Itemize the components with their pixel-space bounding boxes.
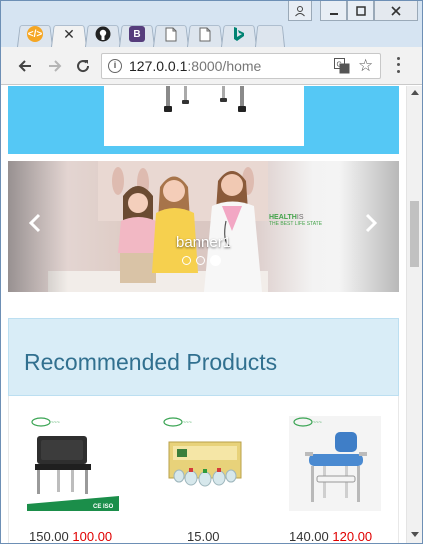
product-image-cupping-set[interactable]: ~~~ [159, 416, 251, 511]
original-price: 150.00 [29, 529, 69, 543]
carousel[interactable]: HEALTHIS THE BEST LIFE STATE banner1 [8, 161, 399, 292]
github-icon [95, 26, 111, 42]
health-slogan: HEALTHIS THE BEST LIFE STATE [269, 214, 322, 227]
maximize-button[interactable] [347, 1, 374, 21]
browser-toolbar: i 127.0.0.1:8000/home G ☆ [1, 47, 422, 85]
svg-text:~~~: ~~~ [313, 420, 322, 426]
window-controls [320, 1, 418, 21]
product-price-shower-chair: 140.00 120.00 [289, 529, 372, 543]
product-price-commode-chair: 150.00 100.00 [29, 529, 112, 543]
svg-text:G: G [337, 62, 342, 69]
tab-4[interactable]: B [119, 21, 155, 47]
chevron-left-icon[interactable] [28, 213, 42, 239]
svg-text:~~~: ~~~ [183, 420, 192, 426]
recommended-heading-panel: Recommended Products [8, 318, 399, 396]
page-viewport: HEALTHIS THE BEST LIFE STATE banner1 Rec… [1, 86, 406, 543]
carousel-indicator-1[interactable] [182, 256, 191, 265]
section-title: Recommended Products [24, 349, 278, 375]
brand-tagline: THE BEST LIFE STATE [269, 221, 323, 227]
svg-text:CE ISO: CE ISO [93, 504, 114, 510]
bing-icon [231, 26, 247, 42]
tab-5[interactable] [153, 21, 189, 47]
bookmark-star-icon[interactable]: ☆ [358, 56, 373, 76]
carousel-indicator-3[interactable] [210, 255, 221, 266]
new-tab-button[interactable] [255, 21, 285, 47]
back-button[interactable] [15, 56, 35, 76]
product-image [104, 86, 304, 146]
brand-text: HEALTH [269, 214, 297, 221]
tab-1[interactable]: </> [17, 21, 53, 47]
tab-3[interactable] [85, 21, 121, 47]
scroll-thumb[interactable] [410, 201, 419, 267]
sale-price: 100.00 [72, 529, 113, 543]
sale-price: 120.00 [332, 529, 373, 543]
tab-7[interactable] [221, 21, 257, 47]
scroll-down-arrow-icon[interactable] [411, 532, 419, 537]
tab-6[interactable] [187, 21, 223, 47]
info-icon[interactable]: i [108, 59, 122, 73]
address-bar[interactable]: i 127.0.0.1:8000/home G ☆ [101, 53, 381, 79]
tab-2[interactable]: ✕ [51, 21, 87, 47]
product-image-commode-chair[interactable]: ~~~ CE ISO [27, 416, 119, 511]
reload-button[interactable] [73, 56, 93, 76]
document-icon [163, 26, 179, 42]
translate-icon[interactable]: G [334, 58, 350, 74]
brand-suffix: IS [296, 214, 304, 221]
bootstrap-icon: B [129, 26, 145, 42]
top-banner [8, 86, 399, 154]
title-bar: </> ✕ B [1, 1, 422, 47]
carousel-indicators [182, 255, 221, 266]
svg-text:~~~: ~~~ [51, 420, 60, 426]
original-price: 140.00 [289, 529, 329, 543]
browser-window: </> ✕ B i 127.0.0.1:8000/home G ☆ HEALTH… [0, 0, 423, 544]
url-text[interactable]: 127.0.0.1:8000/home [129, 58, 261, 74]
user-icon[interactable] [288, 1, 312, 21]
close-icon[interactable]: ✕ [61, 26, 77, 42]
document-icon [197, 26, 213, 42]
product-image-shower-chair[interactable]: ~~~ [289, 416, 381, 511]
product-price-cupping-set: 15.00 [187, 529, 220, 543]
forward-button[interactable] [45, 56, 65, 76]
product-grid: ~~~ CE ISO 150.00 100.00 ~~~ 15.00 ~~~ 1… [8, 396, 399, 543]
close-window-button[interactable] [374, 1, 418, 21]
chevron-right-icon[interactable] [364, 213, 378, 239]
carousel-indicator-2[interactable] [196, 256, 205, 265]
code-icon: </> [27, 26, 43, 42]
tab-strip: </> ✕ B [17, 21, 285, 47]
minimize-button[interactable] [320, 1, 347, 21]
original-price: 15.00 [187, 529, 220, 543]
browser-menu-button[interactable] [391, 55, 405, 75]
carousel-caption: banner1 [176, 234, 232, 251]
page-scrollbar[interactable] [406, 86, 422, 543]
scroll-up-arrow-icon[interactable] [411, 90, 419, 95]
